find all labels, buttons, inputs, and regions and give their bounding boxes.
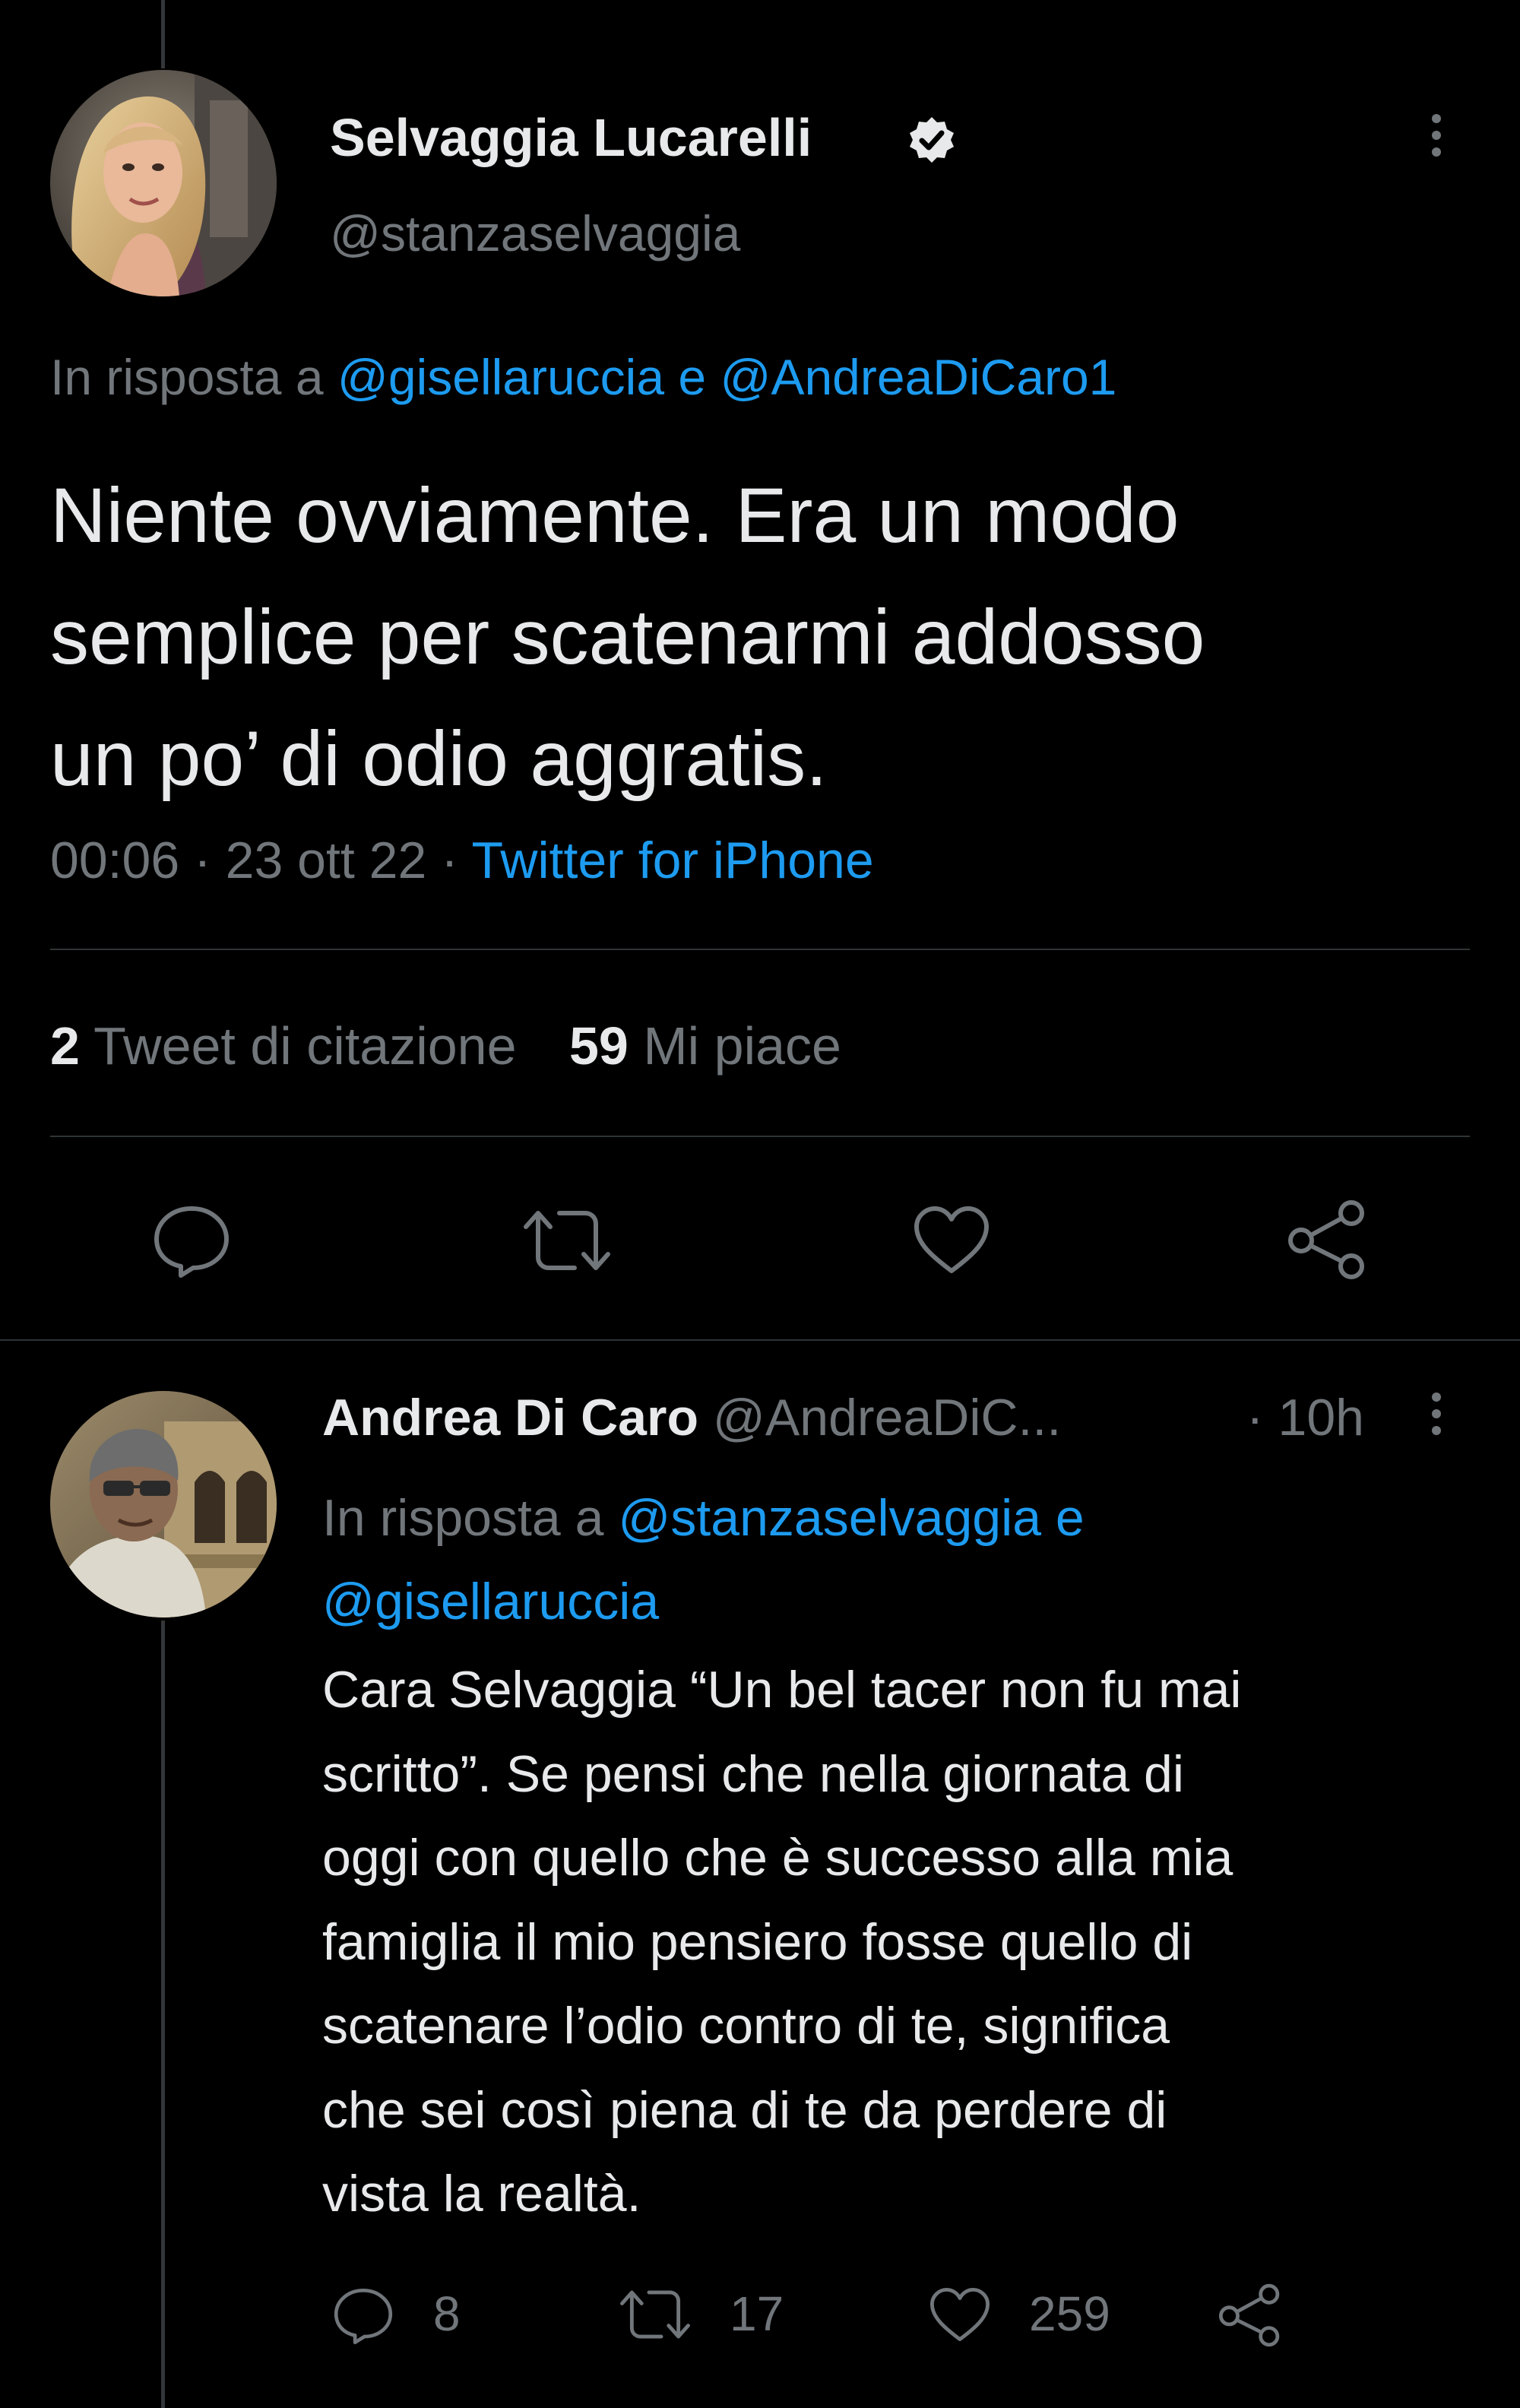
main-tweet-stats: 2 Tweet di citazione 59 Mi piace [50,1014,841,1078]
like-count: 259 [1029,2286,1110,2341]
quote-count: 2 [50,1016,80,1076]
quote-tweets-stat[interactable]: 2 Tweet di citazione [50,1016,531,1076]
reply-text-line: Cara Selvaggia “Un bel tacer non fu mai [322,1661,1242,1719]
avatar-andrea[interactable] [50,1391,277,1617]
retweet-icon[interactable] [617,2285,693,2344]
main-author-handle[interactable]: @stanzaselvaggia [330,204,740,263]
divider [0,1339,1520,1341]
reply-text-line: oggi con quello che è successo alla mia [322,1829,1233,1887]
mention-gisellaruccia[interactable]: @gisellaruccia [337,349,664,405]
likes-stat[interactable]: 59 Mi piace [569,1016,841,1076]
divider [50,1136,1470,1137]
main-text-line: un po’ di odio aggratis. [50,715,828,802]
retweet-icon[interactable] [520,1204,614,1277]
reply-prefix: In risposta a [322,1489,604,1547]
reply-text-line: famiglia il mio pensiero fosse quello di [322,1912,1193,1971]
reply-context: In risposta a @stanzaselvaggia e @gisell… [322,1476,1477,1643]
main-author-name[interactable]: Selvaggia Lucarelli [330,106,812,169]
divider [50,949,1470,950]
mention-gisellaruccia[interactable]: @gisellaruccia [322,1573,659,1630]
like-label: Mi piace [643,1016,841,1076]
avatar-selvaggia[interactable] [50,70,277,296]
retweet-count: 17 [730,2286,784,2341]
mention-stanzaselvaggia[interactable]: @stanzaselvaggia [618,1489,1041,1547]
reply-text-line: scatenare l’odio contro di te, significa [322,1997,1170,2055]
reply-more-options-icon[interactable] [1432,1393,1441,1443]
main-tweet-meta: 00:06 · 23 ott 22 · Twitter for iPhone [50,829,874,892]
like-icon[interactable] [927,2285,993,2344]
share-icon[interactable] [1216,2282,1286,2349]
main-more-options-icon[interactable] [1432,114,1441,164]
tweet-date[interactable]: 23 ott 22 [226,832,427,889]
reply-icon[interactable] [331,2285,395,2346]
main-text-line: semplice per scatenarmi addosso [50,594,1205,680]
reply-text-line: vista la realtà. [322,2165,641,2223]
thread-connector-top [161,0,165,68]
main-text-line: Niente ovviamente. Era un modo [50,472,1180,559]
reply-prefix: In risposta a [50,349,324,405]
reply-count: 8 [433,2286,461,2341]
main-reply-context: In risposta a @gisellaruccia e @AndreaDi… [50,347,1116,407]
meta-separator: · [441,832,458,889]
main-tweet-text: Niente ovviamente. Era un modo semplice … [50,455,1205,819]
reply-conjunction: e [1055,1489,1085,1547]
tweet-time[interactable]: 00:06 [50,832,179,889]
meta-separator: · [194,832,211,889]
tweet-source[interactable]: Twitter for iPhone [472,832,874,889]
reply-author-name[interactable]: Andrea Di Caro [322,1389,698,1446]
reply-header: Andrea Di Caro @AndreaDiC... [322,1386,1061,1449]
like-icon[interactable] [910,1202,993,1277]
reply-conjunction: e [678,349,707,405]
quote-label: Tweet di citazione [93,1016,517,1076]
verified-badge-icon [907,116,956,164]
reply-text-line: che sei così piena di te da perdere di [322,2080,1167,2139]
share-icon[interactable] [1284,1198,1373,1282]
reply-text-line: scritto”. Se pensi che nella giornata di [322,1744,1184,1803]
reply-tweet-text: Cara Selvaggia “Un bel tacer non fu mai … [322,1648,1242,2236]
mention-andreadicaro1[interactable]: @AndreaDiCaro1 [720,349,1116,405]
reply-icon[interactable] [150,1202,233,1278]
reply-author-handle[interactable]: @AndreaDiC... [713,1389,1061,1446]
like-count: 59 [569,1016,629,1076]
reply-time-ago[interactable]: · 10h [1246,1386,1364,1449]
thread-connector-bottom [161,1621,165,2408]
